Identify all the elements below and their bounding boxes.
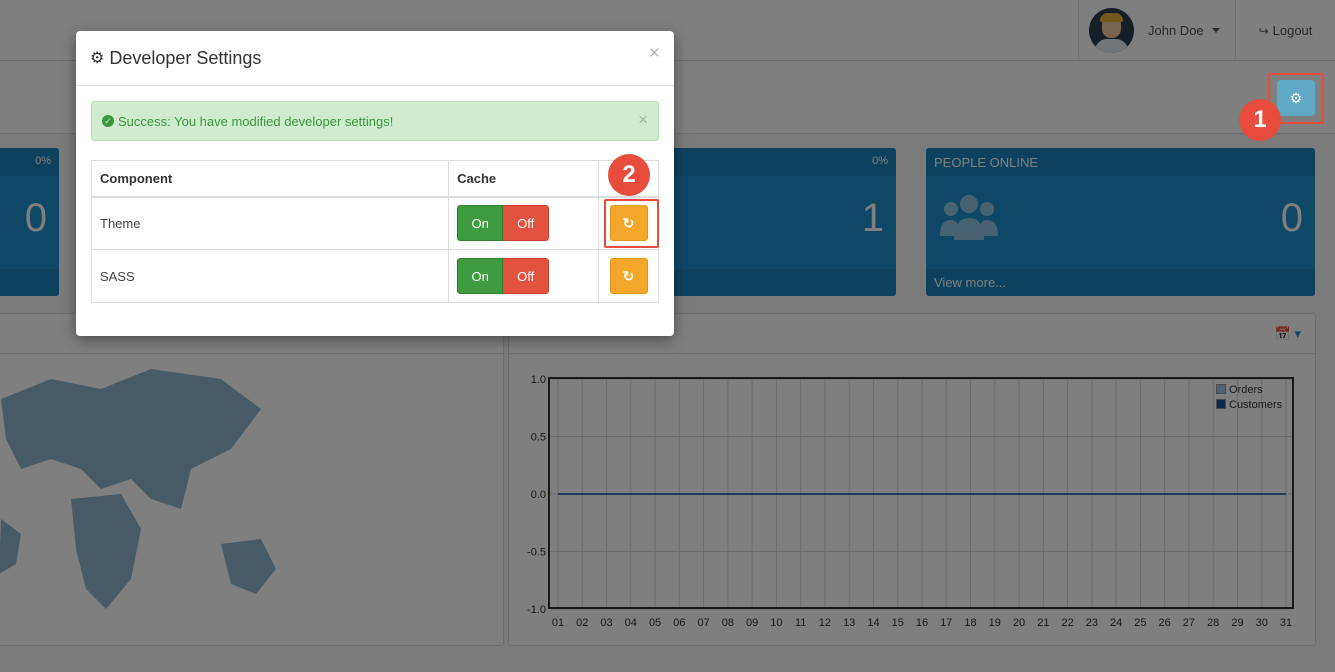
cache-toggle: On Off [457, 258, 550, 294]
cache-on-button[interactable]: On [457, 258, 504, 294]
step-marker-1: 1 [1239, 99, 1281, 141]
step-marker-2: 2 [608, 154, 650, 196]
modal-header: ⚙ Developer Settings [76, 31, 674, 86]
gear-icon: ⚙ [90, 50, 105, 67]
developer-settings-table: Component Cache Theme On Off ↻ SASS On O… [90, 160, 659, 303]
close-icon[interactable]: × [649, 43, 660, 65]
component-name: Theme [90, 196, 450, 250]
cache-on-button[interactable]: On [457, 205, 504, 242]
modal-title: Developer Settings [109, 47, 262, 68]
alert-close-icon[interactable]: × [638, 110, 648, 130]
refresh-icon: ↻ [622, 267, 635, 284]
check-circle-icon: ✓ [102, 115, 114, 127]
cache-off-button[interactable]: Off [503, 205, 550, 242]
table-row: SASS On Off ↻ [90, 249, 659, 303]
table-header-row: Component Cache [90, 160, 659, 198]
refresh-sass-button[interactable]: ↻ [609, 258, 648, 294]
cache-off-button[interactable]: Off [503, 258, 550, 294]
highlight-box [604, 199, 659, 248]
component-name: SASS [90, 249, 450, 303]
header-component: Component [90, 160, 450, 198]
header-cache: Cache [448, 160, 599, 198]
success-alert: ✓ Success: You have modified developer s… [91, 101, 659, 141]
table-row: Theme On Off ↻ [90, 196, 659, 250]
developer-settings-modal: ⚙ Developer Settings × ✓ Success: You ha… [76, 31, 674, 336]
alert-text: Success: You have modified developer set… [118, 114, 394, 129]
cache-toggle: On Off [457, 205, 550, 242]
